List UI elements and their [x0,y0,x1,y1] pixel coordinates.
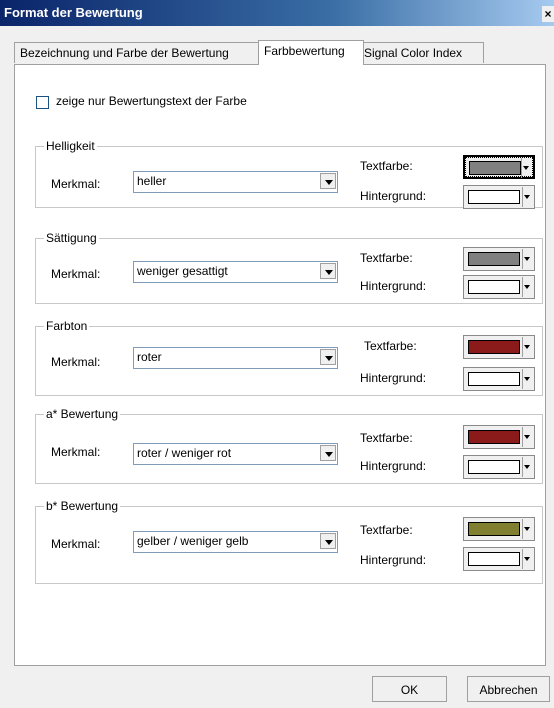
merkmal-value: roter [137,350,162,364]
group-b-bewertung: b* Bewertung Merkmal: gelber / weniger g… [35,499,543,584]
dropdown-arrow-icon [522,519,533,539]
tab-signal-color-index[interactable]: Signal Color Index [358,42,484,63]
merkmal-value: gelber / weniger gelb [137,534,249,548]
merkmal-value: heller [137,174,167,188]
merkmal-label: Merkmal: [51,177,101,191]
text-color-swatch [468,522,520,536]
merkmal-dropdown[interactable]: heller [133,171,338,193]
tab-bezeichnung[interactable]: Bezeichnung und Farbe der Bewertung [14,42,264,63]
merkmal-value: roter / weniger rot [137,446,232,460]
text-color-swatch [469,161,521,175]
textfarbe-label: Textfarbe: [360,523,413,537]
group-legend: a* Bewertung [44,407,121,421]
textfarbe-label: Textfarbe: [364,339,417,353]
title-bar: Format der Bewertung × [0,0,554,26]
show-text-only-checkbox[interactable] [36,96,49,109]
hintergrund-label: Hintergrund: [360,189,427,203]
merkmal-label: Merkmal: [51,537,101,551]
dropdown-arrow-icon [522,369,533,389]
dropdown-arrow-icon [522,549,533,569]
dropdown-arrow-icon [522,427,533,447]
cancel-button[interactable]: Abbrechen [467,676,550,702]
text-color-picker[interactable] [463,425,535,449]
hintergrund-label: Hintergrund: [360,459,427,473]
bg-color-picker[interactable] [463,455,535,479]
merkmal-label: Merkmal: [51,355,101,369]
dropdown-arrow-icon [522,249,533,269]
group-legend: Sättigung [44,231,99,245]
text-color-swatch [468,430,520,444]
bg-color-picker[interactable] [463,547,535,571]
dropdown-arrow-icon [522,337,533,357]
textfarbe-label: Textfarbe: [360,159,413,173]
textfarbe-label: Textfarbe: [360,251,413,265]
dropdown-arrow-icon [522,277,533,297]
merkmal-dropdown[interactable]: roter / weniger rot [133,443,338,465]
tab-farbbewertung[interactable]: Farbbewertung [258,40,364,65]
text-color-swatch [468,252,520,266]
merkmal-dropdown[interactable]: roter [133,347,338,369]
chevron-down-icon[interactable] [320,263,336,279]
textfarbe-label: Textfarbe: [360,431,413,445]
group-legend: Farbton [44,319,90,333]
group-saettigung: Sättigung Merkmal: weniger gesattigt Tex… [35,231,543,304]
hintergrund-label: Hintergrund: [360,279,427,293]
bg-color-swatch [468,552,520,566]
merkmal-dropdown[interactable]: weniger gesattigt [133,261,338,283]
dialog-window: Format der Bewertung × Bezeichnung und F… [0,0,554,708]
bg-color-swatch [468,460,520,474]
group-helligkeit: Helligkeit Merkmal: heller Textfarbe: Hi… [35,139,543,209]
hintergrund-label: Hintergrund: [360,553,427,567]
checkbox-label: zeige nur Bewertungstext der Farbe [56,94,247,108]
group-legend: b* Bewertung [44,499,121,513]
group-farbton: Farbton Merkmal: roter Textfarbe: Hinter… [35,319,543,396]
merkmal-label: Merkmal: [51,445,101,459]
merkmal-label: Merkmal: [51,267,101,281]
bg-color-picker[interactable] [463,185,535,209]
bg-color-picker[interactable] [463,367,535,391]
hintergrund-label: Hintergrund: [360,371,427,385]
ok-button[interactable]: OK [372,676,447,702]
text-color-picker[interactable] [463,517,535,541]
group-a-bewertung: a* Bewertung Merkmal: roter / weniger ro… [35,407,543,484]
close-button[interactable]: × [542,6,554,22]
merkmal-dropdown[interactable]: gelber / weniger gelb [133,531,338,553]
text-color-picker[interactable] [463,335,535,359]
text-color-picker[interactable] [463,155,535,179]
window-title: Format der Bewertung [4,5,143,20]
text-color-picker[interactable] [463,247,535,271]
chevron-down-icon[interactable] [320,349,336,365]
dropdown-arrow-icon [522,187,533,207]
bg-color-swatch [468,372,520,386]
chevron-down-icon[interactable] [320,173,336,189]
group-legend: Helligkeit [44,139,97,153]
merkmal-value: weniger gesattigt [137,264,228,278]
dropdown-arrow-icon [521,158,532,178]
text-color-swatch [468,340,520,354]
chevron-down-icon[interactable] [320,445,336,461]
bg-color-swatch [468,280,520,294]
chevron-down-icon[interactable] [320,533,336,549]
bg-color-swatch [468,190,520,204]
bg-color-picker[interactable] [463,275,535,299]
dropdown-arrow-icon [522,457,533,477]
